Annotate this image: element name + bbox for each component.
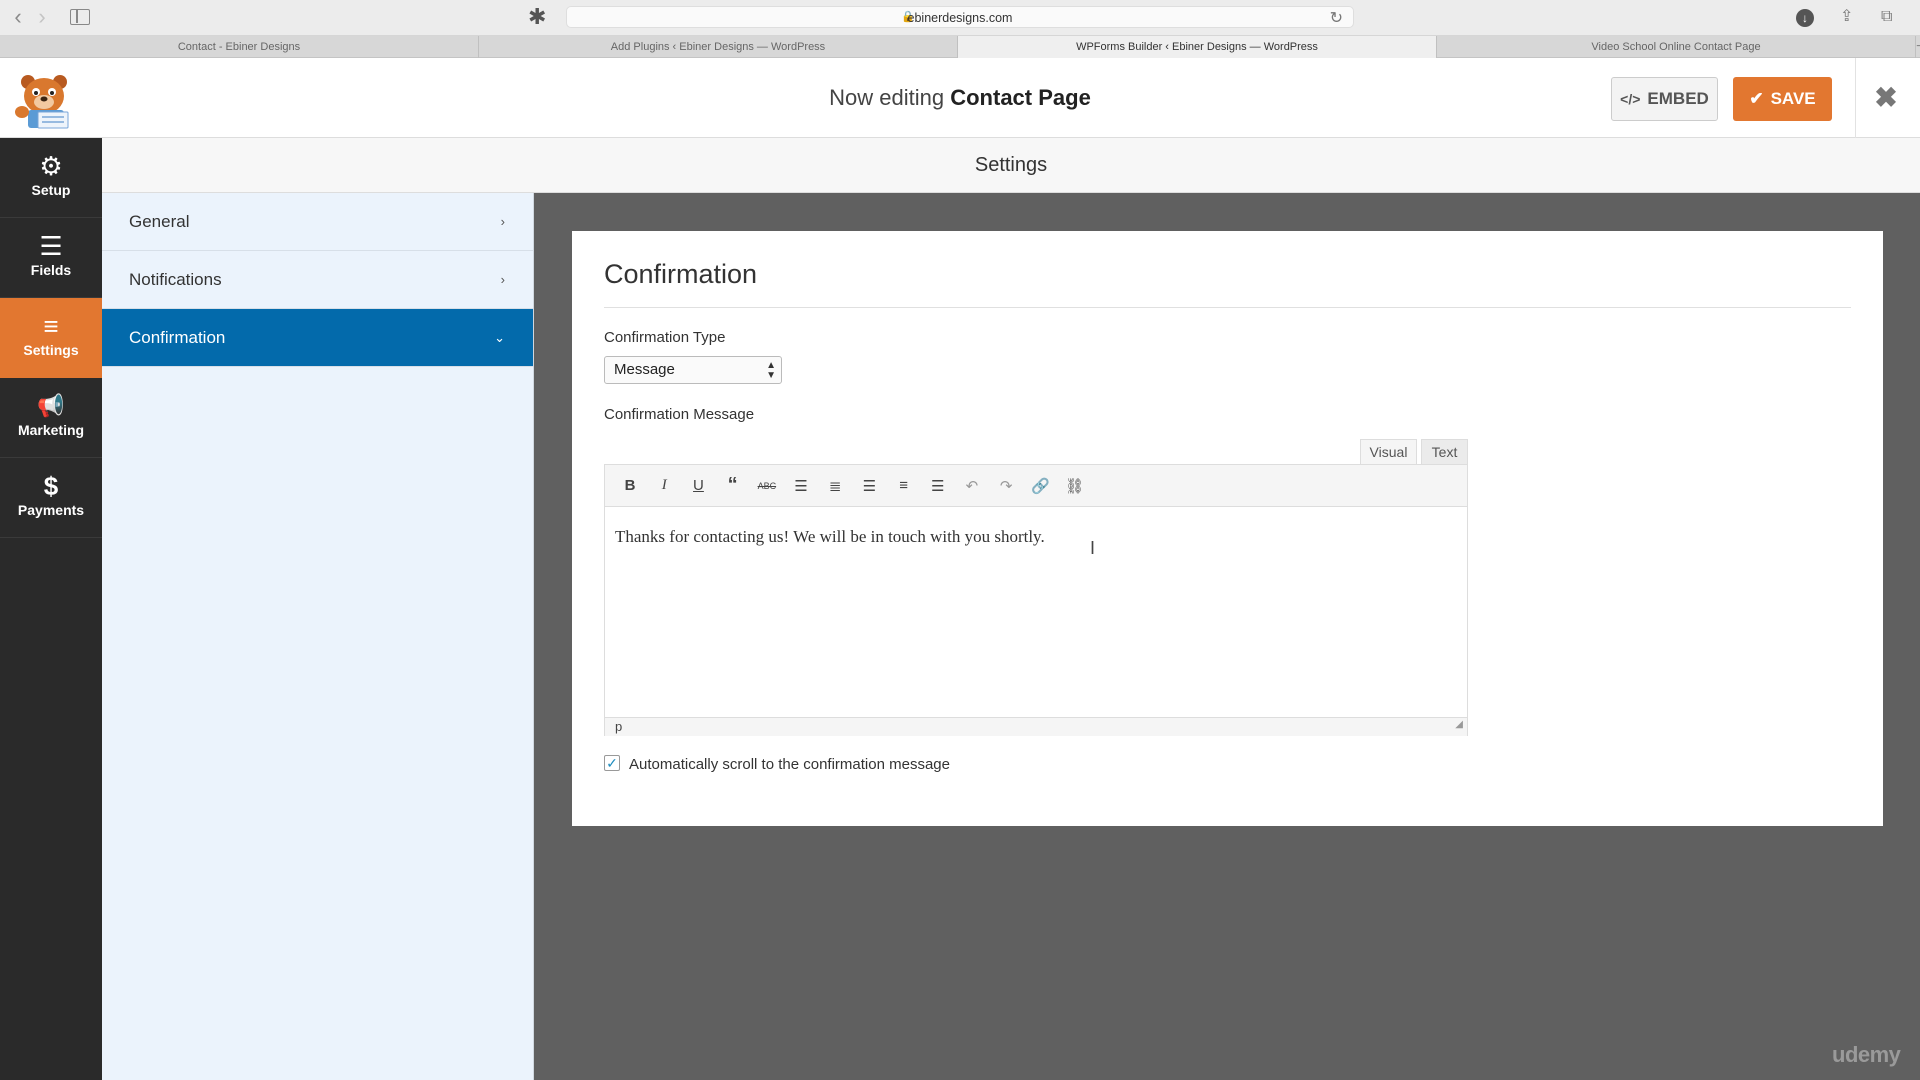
- reload-icon[interactable]: ↻: [1330, 8, 1343, 28]
- redo-icon[interactable]: ↷: [989, 477, 1023, 495]
- gear-icon: ⚙: [39, 151, 63, 181]
- panel-item-notifications[interactable]: Notifications ›: [102, 251, 533, 309]
- blockquote-icon[interactable]: “: [716, 474, 750, 497]
- confirmation-type-select[interactable]: Message ▲ ▼: [604, 356, 782, 384]
- dollar-icon: $: [43, 471, 59, 501]
- sidebar-item-label: Payments: [17, 502, 85, 518]
- select-value: Message: [614, 361, 675, 378]
- settings-panel-list: General › Notifications › Confirmation ⌄: [102, 193, 534, 1080]
- panel-item-confirmation[interactable]: Confirmation ⌄: [102, 309, 533, 367]
- sidebar-item-label: Settings: [23, 342, 79, 358]
- rich-text-editor: B I U “ ABC ☰ ≣ ☰ ≡ ☰ ↶ ↷ 🔗 ⛓ Thanks for…: [604, 464, 1468, 736]
- editing-prefix: Now editing: [829, 85, 945, 110]
- browser-tab-bar: Contact - Ebiner Designs Add Plugins ‹ E…: [0, 36, 1920, 58]
- builder-header: Now editing Contact Page </> EMBED ✔ SAV…: [0, 58, 1920, 138]
- text-cursor-icon: I: [1090, 538, 1096, 558]
- editor-content[interactable]: Thanks for contacting us! We will be in …: [605, 507, 1467, 717]
- sidebar-item-fields[interactable]: ☰ Fields: [0, 218, 102, 298]
- settings-content: Confirmation Confirmation Type Message ▲…: [534, 193, 1920, 1080]
- sidebar-item-marketing[interactable]: 📢 Marketing: [0, 378, 102, 458]
- embed-label: EMBED: [1647, 89, 1709, 108]
- underline-icon[interactable]: U: [681, 477, 715, 494]
- share-icon[interactable]: ⇪: [1840, 7, 1853, 27]
- sidebar-item-label: Marketing: [17, 422, 85, 438]
- check-icon: ✔: [1749, 89, 1764, 108]
- chevron-down-icon: ⌄: [494, 330, 505, 345]
- section-title: Settings: [102, 138, 1920, 193]
- confirmation-card: Confirmation Confirmation Type Message ▲…: [572, 231, 1883, 826]
- editor-status-bar: p ◢: [605, 717, 1467, 736]
- download-icon[interactable]: ↓: [1796, 9, 1814, 27]
- strikethrough-icon[interactable]: ABC: [750, 481, 784, 491]
- align-right-icon[interactable]: ☰: [921, 477, 955, 495]
- bold-icon[interactable]: B: [613, 477, 647, 494]
- url-text: ebinerdesigns.com: [907, 11, 1013, 25]
- browser-tab-active[interactable]: WPForms Builder ‹ Ebiner Designs — WordP…: [958, 36, 1437, 58]
- back-icon[interactable]: ‹: [8, 6, 28, 28]
- builder-sidebar: ⚙ Setup ☰ Fields ≡ Settings 📢 Marketing …: [0, 138, 102, 1080]
- italic-icon[interactable]: I: [647, 477, 681, 494]
- form-name: Contact Page: [950, 85, 1091, 110]
- udemy-watermark: udemy: [1832, 1042, 1901, 1067]
- browser-tab[interactable]: Video School Online Contact Page: [1437, 36, 1916, 58]
- close-icon[interactable]: ✖: [1871, 78, 1901, 118]
- auto-scroll-label[interactable]: Automatically scroll to the confirmation…: [629, 756, 950, 773]
- bulleted-list-icon[interactable]: ☰: [784, 477, 818, 495]
- resize-handle-icon[interactable]: ◢: [1455, 716, 1463, 734]
- sidebar-item-label: Setup: [31, 182, 71, 198]
- divider: [604, 307, 1851, 308]
- browser-tab[interactable]: Contact - Ebiner Designs: [0, 36, 479, 58]
- panel-item-label: Notifications: [129, 270, 222, 289]
- element-path: p: [615, 719, 623, 734]
- new-tab-button[interactable]: +: [1916, 36, 1920, 57]
- card-title: Confirmation: [604, 259, 758, 289]
- editor-tab-text[interactable]: Text: [1421, 439, 1468, 464]
- sidebar-toggle-icon[interactable]: [70, 9, 90, 25]
- megaphone-icon: 📢: [37, 393, 65, 418]
- panel-item-label: Confirmation: [129, 328, 226, 347]
- confirmation-message-label: Confirmation Message: [604, 406, 755, 423]
- sliders-icon: ≡: [43, 311, 59, 341]
- sidebar-item-label: Fields: [30, 262, 72, 278]
- numbered-list-icon[interactable]: ≣: [818, 477, 852, 495]
- chevron-right-icon: ›: [500, 272, 505, 287]
- list-icon: ☰: [39, 231, 63, 261]
- auto-scroll-checkbox[interactable]: ✓: [604, 755, 620, 771]
- forward-icon[interactable]: ›: [32, 6, 52, 28]
- save-label: SAVE: [1770, 89, 1816, 108]
- sidebar-item-payments[interactable]: $ Payments: [0, 458, 102, 538]
- chevron-right-icon: ›: [500, 214, 505, 229]
- align-left-icon[interactable]: ☰: [852, 477, 886, 495]
- panel-item-label: General: [129, 212, 190, 231]
- embed-button[interactable]: </> EMBED: [1611, 77, 1718, 121]
- undo-icon[interactable]: ↶: [955, 477, 989, 495]
- save-button[interactable]: ✔ SAVE: [1733, 77, 1832, 121]
- header-divider: [1855, 58, 1856, 138]
- editor-toolbar: B I U “ ABC ☰ ≣ ☰ ≡ ☰ ↶ ↷ 🔗 ⛓: [605, 465, 1467, 507]
- browser-tab[interactable]: Add Plugins ‹ Ebiner Designs — WordPress: [479, 36, 958, 58]
- align-center-icon[interactable]: ≡: [887, 477, 921, 494]
- select-arrows-icon: ▲ ▼: [766, 360, 776, 381]
- panel-item-general[interactable]: General ›: [102, 193, 533, 251]
- link-icon[interactable]: 🔗: [1023, 477, 1057, 495]
- sidebar-item-setup[interactable]: ⚙ Setup: [0, 138, 102, 218]
- tab-overview-icon[interactable]: ⧉: [1881, 7, 1892, 27]
- confirmation-type-label: Confirmation Type: [604, 329, 726, 346]
- unlink-icon[interactable]: ⛓: [1057, 477, 1091, 495]
- code-icon: </>: [1620, 91, 1641, 107]
- address-bar[interactable]: 🔒 ebinerdesigns.com ↻: [566, 6, 1354, 28]
- browser-toolbar: ‹ › ✱ 🔒 ebinerdesigns.com ↻ ↓ ⇪ ⧉: [0, 0, 1920, 36]
- extension-icon[interactable]: ✱: [528, 6, 546, 28]
- editor-tab-visual[interactable]: Visual: [1360, 439, 1417, 464]
- sidebar-item-settings[interactable]: ≡ Settings: [0, 298, 102, 378]
